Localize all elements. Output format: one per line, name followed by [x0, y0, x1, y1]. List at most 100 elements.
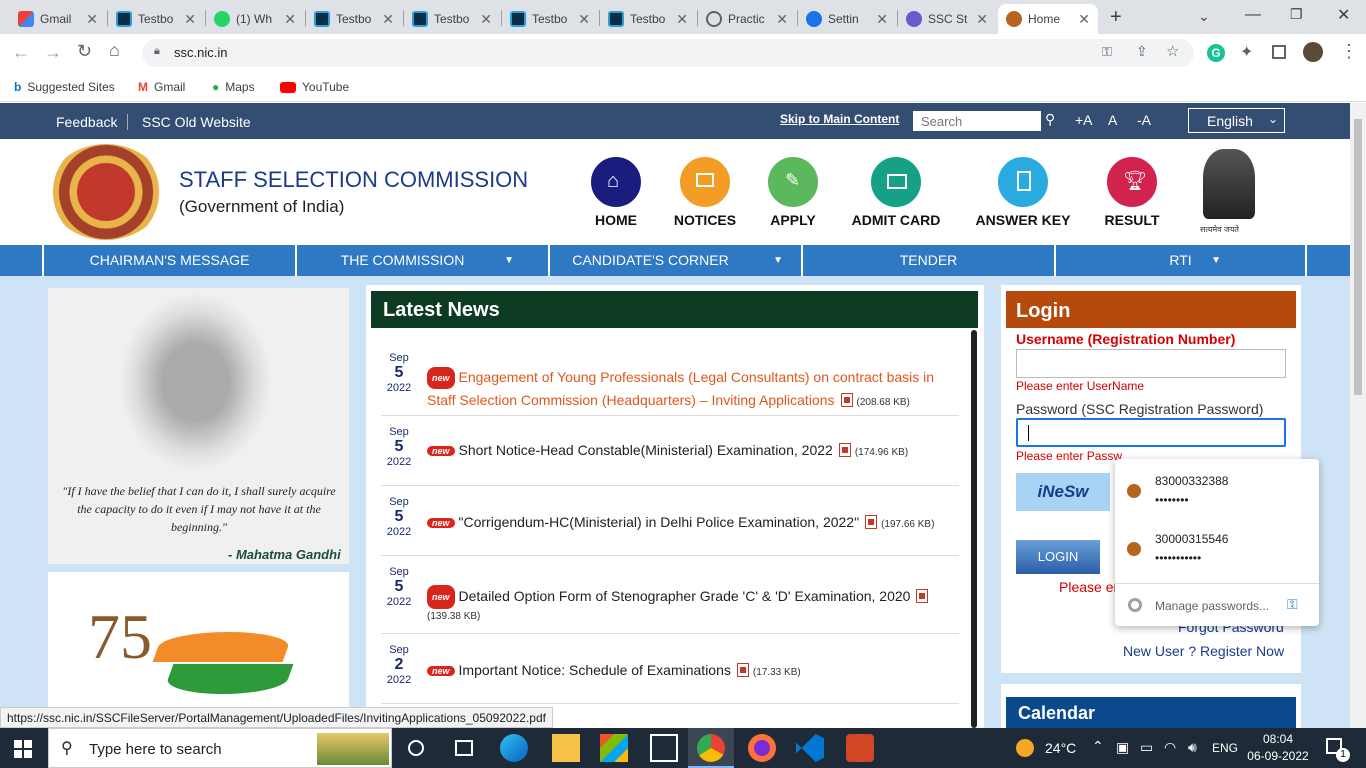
address-bar[interactable]: 🔒︎ ssc.nic.in ⚿ ⇪ ☆ [142, 39, 1194, 67]
close-tab-icon[interactable]: ✕ [976, 11, 988, 28]
firefox-icon[interactable] [748, 734, 776, 762]
volume-icon[interactable]: 🔊︎ [1188, 739, 1197, 756]
close-tab-icon[interactable]: ✕ [480, 11, 492, 28]
pdf-icon[interactable] [736, 663, 749, 677]
vscode-icon[interactable] [796, 734, 824, 762]
autofill-entry[interactable]: 30000315546 ••••••••••• [1115, 523, 1319, 577]
language-indicator[interactable]: ENG [1212, 741, 1238, 755]
tab-settings[interactable]: Settin ✕ [798, 4, 896, 34]
search-icon[interactable]: ⚲ [1045, 111, 1055, 128]
quick-link-apply[interactable]: APPLY [733, 212, 853, 228]
nav-rti[interactable]: RTI ▼ [1054, 245, 1307, 276]
tab-gmail[interactable]: Gmail ✕ [10, 4, 106, 34]
close-window-icon[interactable]: ✕ [1337, 5, 1350, 25]
azadi-ka-amrit-mahotsav-logo[interactable]: 75 [48, 572, 349, 728]
news-link[interactable]: new "Corrigendum-HC(Ministerial) in Delhi… [427, 514, 967, 530]
mail-icon[interactable] [650, 734, 678, 762]
task-view-icon[interactable] [455, 740, 473, 756]
tab-whatsapp[interactable]: (1) Wh ✕ [206, 4, 304, 34]
answer-key-circle-icon[interactable] [998, 157, 1048, 207]
home-icon[interactable]: ⌂ [109, 40, 120, 61]
tab-search-icon[interactable]: ⌄ [1198, 8, 1210, 25]
apply-circle-icon[interactable]: ✎ [768, 157, 818, 207]
nav-the-commission[interactable]: THE COMMISSION ▼ [295, 245, 548, 276]
back-icon[interactable]: ← [12, 42, 30, 63]
weather-temp[interactable]: 24°C [1045, 740, 1076, 756]
font-increase-button[interactable]: +A [1075, 112, 1093, 128]
share-icon[interactable]: ⇪ [1136, 43, 1148, 60]
taskbar-search[interactable]: ⚲ Type here to search [48, 728, 392, 768]
bookmark-star-icon[interactable]: ☆ [1166, 42, 1179, 60]
windows-start-icon[interactable] [14, 740, 32, 758]
admit-card-circle-icon[interactable] [871, 157, 921, 207]
tray-network-icon[interactable]: ▭ [1140, 739, 1153, 756]
bookmark-gmail[interactable]: M Gmail [138, 80, 185, 94]
news-link[interactable]: new Important Notice: Schedule of Examina… [427, 662, 957, 678]
close-tab-icon[interactable]: ✕ [86, 11, 98, 28]
close-tab-icon[interactable]: ✕ [578, 11, 590, 28]
profile-avatar[interactable] [1303, 42, 1323, 62]
cortana-icon[interactable] [408, 740, 424, 756]
side-panel-icon[interactable] [1272, 45, 1286, 59]
news-scrollbar[interactable] [971, 330, 977, 728]
nav-candidates-corner[interactable]: CANDIDATE'S CORNER ▼ [548, 245, 801, 276]
pdf-icon[interactable] [838, 443, 851, 457]
tab-testbook-4[interactable]: Testbo ✕ [502, 4, 598, 34]
news-link[interactable]: new Engagement of Young Professionals (Le… [427, 366, 947, 414]
pdf-icon[interactable] [840, 393, 853, 407]
file-explorer-icon[interactable] [552, 734, 580, 762]
register-link[interactable]: New User ? Register Now [1123, 643, 1284, 659]
grammarly-icon[interactable]: G [1207, 44, 1225, 62]
extensions-icon[interactable]: ✦ [1240, 42, 1253, 62]
tab-testbook-1[interactable]: Testbo ✕ [108, 4, 204, 34]
clock-date[interactable]: 06-09-2022 [1244, 749, 1312, 763]
feedback-link[interactable]: Feedback [56, 114, 117, 130]
quick-link-answer-key[interactable]: ANSWER KEY [963, 212, 1083, 228]
menu-icon[interactable]: ⋮ [1340, 41, 1358, 62]
autofill-entry[interactable]: 83000332388 •••••••• [1115, 465, 1319, 519]
nav-chairmans-message[interactable]: CHAIRMAN'S MESSAGE [42, 245, 295, 276]
weather-sun-icon[interactable] [1016, 739, 1034, 757]
new-tab-button[interactable]: + [1110, 6, 1122, 29]
pdf-icon[interactable] [865, 515, 878, 529]
site-search-input[interactable] [913, 111, 1041, 131]
tab-practice[interactable]: Practic ✕ [698, 4, 796, 34]
news-link[interactable]: new Short Notice-Head Constable(Ministeri… [427, 442, 957, 458]
close-tab-icon[interactable]: ✕ [776, 11, 788, 28]
home-circle-icon[interactable]: ⌂ [591, 157, 641, 207]
login-button[interactable]: LOGIN [1016, 540, 1100, 574]
tab-testbook-2[interactable]: Testbo ✕ [306, 4, 402, 34]
close-tab-icon[interactable]: ✕ [1078, 11, 1090, 28]
taskbar-chrome-active[interactable] [688, 728, 734, 768]
microsoft-store-icon[interactable] [600, 734, 628, 762]
bookmark-youtube[interactable]: YouTube [280, 80, 349, 94]
clock-time[interactable]: 08:04 [1250, 732, 1306, 746]
nav-tender[interactable]: TENDER [801, 245, 1054, 276]
manage-passwords-item[interactable]: Manage passwords... ⚿ [1115, 589, 1319, 623]
tray-device-icon[interactable]: ▣ [1116, 739, 1129, 756]
powerpoint-icon[interactable] [846, 734, 874, 762]
bookmark-suggested-sites[interactable]: b Suggested Sites [14, 80, 115, 94]
page-scrollbar[interactable] [1350, 103, 1366, 728]
close-tab-icon[interactable]: ✕ [876, 11, 888, 28]
font-decrease-button[interactable]: -A [1137, 112, 1151, 128]
close-tab-icon[interactable]: ✕ [382, 11, 394, 28]
tab-ssc-st[interactable]: SSC St ✕ [898, 4, 996, 34]
edge-icon[interactable] [500, 734, 528, 762]
scrollbar-thumb[interactable] [1354, 119, 1362, 395]
restore-icon[interactable]: ❐ [1290, 6, 1303, 23]
tab-testbook-3[interactable]: Testbo ✕ [404, 4, 500, 34]
skip-to-content-link[interactable]: Skip to Main Content [780, 112, 899, 126]
close-tab-icon[interactable]: ✕ [284, 11, 296, 28]
minimize-icon[interactable]: — [1245, 6, 1261, 24]
password-input[interactable] [1016, 418, 1286, 447]
key-icon[interactable]: ⚿ [1102, 44, 1112, 60]
notices-circle-icon[interactable] [680, 157, 730, 207]
news-link[interactable]: new Detailed Option Form of Stenographer … [427, 584, 957, 609]
tray-chevron-icon[interactable]: ⌃ [1092, 738, 1104, 755]
wifi-icon[interactable]: ◠ [1164, 739, 1176, 756]
tab-home[interactable]: Home ✕ [998, 4, 1098, 34]
forward-icon[interactable]: → [44, 42, 62, 63]
reload-icon[interactable]: ↻ [77, 41, 92, 62]
language-select[interactable]: English ⌄ [1188, 108, 1285, 133]
